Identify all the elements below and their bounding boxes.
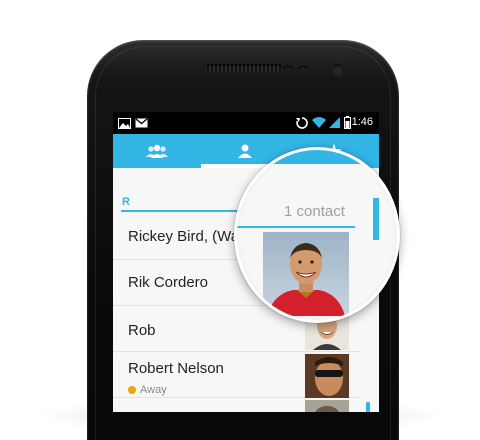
scrollbar-indicator — [366, 402, 370, 412]
tab-groups[interactable] — [113, 134, 201, 168]
front-camera — [332, 64, 344, 76]
man-sunglasses-photo — [305, 354, 349, 398]
status-bar: 1:46 — [113, 112, 379, 134]
presence-label: Away — [140, 384, 167, 396]
section-header-letter: R — [122, 196, 130, 208]
contact-name: Rob — [128, 322, 156, 339]
wifi-icon — [312, 117, 326, 128]
picture-icon — [118, 118, 131, 129]
partial-photo — [305, 400, 349, 412]
man-red-shirt-photo — [263, 232, 349, 316]
magnified-tab-bar — [237, 150, 397, 164]
light-sensor — [298, 65, 308, 73]
signal-icon — [329, 117, 340, 128]
contact-photo[interactable] — [263, 232, 349, 316]
magnifier-lens: 1 contact — [234, 147, 400, 323]
contact-name: Rickey Bird, (Wa — [128, 228, 240, 245]
magnified-section-divider — [237, 226, 355, 228]
away-status-icon — [128, 386, 136, 394]
contact-photo-partial — [305, 400, 349, 412]
contact-name: Rik Cordero — [128, 274, 209, 291]
earpiece-speaker — [205, 64, 283, 73]
sync-icon — [296, 117, 308, 129]
clock: 1:46 — [351, 116, 373, 128]
groups-icon — [146, 144, 168, 158]
contact-row[interactable]: Robert Nelson Away — [113, 352, 361, 398]
gmail-icon — [135, 118, 148, 128]
contact-photo[interactable] — [305, 354, 349, 398]
battery-icon — [344, 116, 351, 129]
proximity-sensor — [283, 65, 293, 73]
contact-name: Robert Nelson — [128, 360, 224, 377]
magnified-scroll-thumb — [373, 198, 379, 240]
section-contact-count: 1 contact — [284, 203, 345, 220]
presence-status: Away — [128, 384, 167, 396]
